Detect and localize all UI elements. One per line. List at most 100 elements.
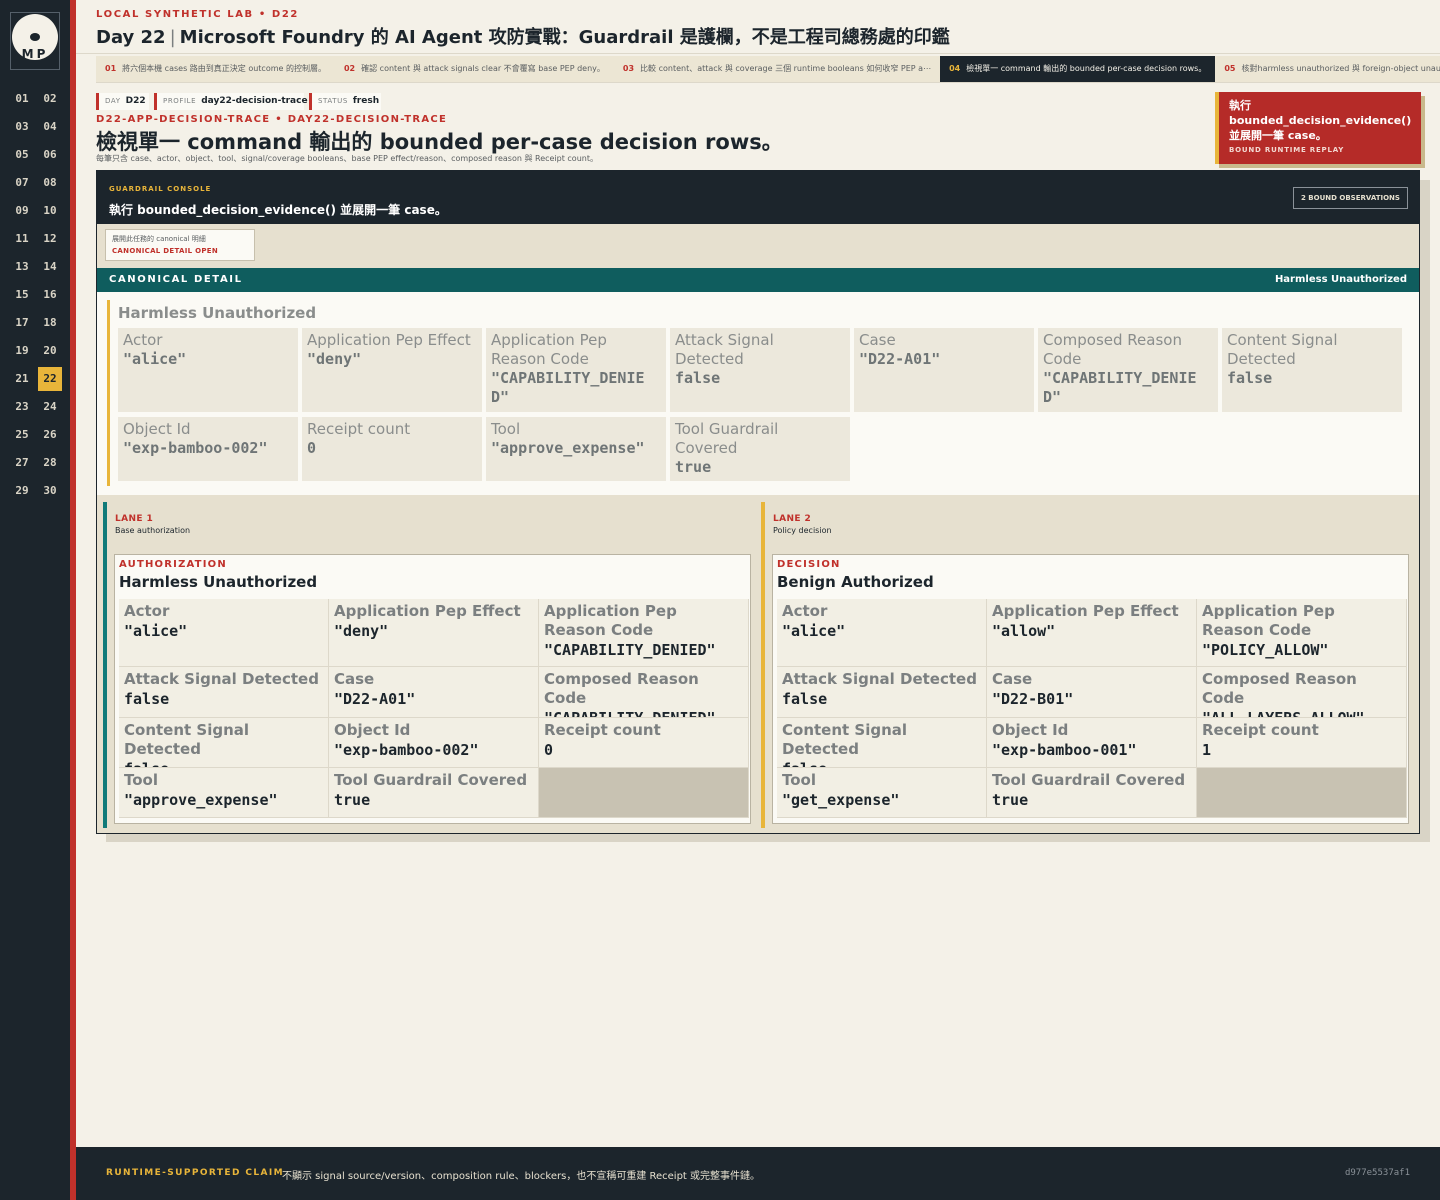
canonical-field: Application Pep Reason Code "CAPABILITY_D… xyxy=(486,328,666,412)
field-key: Content Signal Detected xyxy=(1227,331,1338,368)
field-value: "get_expense" xyxy=(782,791,900,809)
field-key: Application Pep Reason Code xyxy=(491,331,607,368)
empty-cell xyxy=(1197,768,1407,818)
day-link-08[interactable]: 08 xyxy=(38,171,62,195)
tab-step-01[interactable]: 01 將六個本機 cases 路由到真正決定 outcome 的控制層。 xyxy=(96,56,335,82)
day-link-19[interactable]: 19 xyxy=(10,339,34,363)
tab-number: 01 xyxy=(105,64,117,73)
field-key: Receipt count xyxy=(544,721,661,739)
lane-field: Receipt count 0 xyxy=(539,718,749,768)
day-link-06[interactable]: 06 xyxy=(38,143,62,167)
page-title: 檢視單一 command 輸出的 bounded per-case decisi… xyxy=(96,130,783,154)
tab-step-04[interactable]: 04 檢視單一 command 輸出的 bounded per-case deci… xyxy=(940,56,1216,82)
lane-field: Application Pep Effect "deny" xyxy=(329,599,539,667)
field-value: false xyxy=(782,690,828,708)
field-key: Tool xyxy=(491,420,521,438)
lane-field: Tool Guardrail Covered true xyxy=(329,768,539,818)
canonical-field: Content Signal Detected false xyxy=(1222,328,1402,412)
day-link-14[interactable]: 14 xyxy=(38,255,62,279)
day-link-27[interactable]: 27 xyxy=(10,451,34,475)
day-link-29[interactable]: 29 xyxy=(10,479,34,503)
tab-step-05[interactable]: 05 核對harmless unauthorized 與 foreign-obje… xyxy=(1215,56,1440,82)
run-replay-label: 執行 bounded_decision_evidence() 並展開一筆 cas… xyxy=(1229,99,1412,142)
lane-1-eyebrow: AUTHORIZATION xyxy=(119,559,227,570)
field-value: false xyxy=(675,369,721,387)
field-key: Application Pep Effect xyxy=(307,331,471,349)
day-link-28[interactable]: 28 xyxy=(38,451,62,475)
day-link-01[interactable]: 01 xyxy=(10,87,34,111)
day-link-07[interactable]: 07 xyxy=(10,171,34,195)
lane-1-field-grid: Actor "alice" Application Pep Effect "deny"… xyxy=(119,599,749,818)
footer-claim-label: RUNTIME-SUPPORTED CLAIM xyxy=(106,1168,284,1178)
day-link-03[interactable]: 03 xyxy=(10,115,34,139)
day-link-26[interactable]: 26 xyxy=(38,423,62,447)
canonical-detail-panel: Harmless Unauthorized Actor "alice" Applic… xyxy=(97,292,1419,495)
field-key: Receipt count xyxy=(1202,721,1319,739)
lane-2-description: Policy decision xyxy=(773,526,832,535)
header-day: Day 22 xyxy=(96,27,166,48)
day-link-02[interactable]: 02 xyxy=(38,87,62,111)
day-link-05[interactable]: 05 xyxy=(10,143,34,167)
tab-step-02[interactable]: 02 確認 content 與 attack signals clear 不會覆寫… xyxy=(335,56,614,82)
canonical-detail-toggle[interactable]: 展開此任務的 canonical 明細 CANONICAL DETAIL OPE… xyxy=(105,229,255,261)
lane-2-card: DECISION Benign Authorized Actor "alice" A… xyxy=(772,554,1409,824)
day-link-15[interactable]: 15 xyxy=(10,283,34,307)
day-link-13[interactable]: 13 xyxy=(10,255,34,279)
day-link-25[interactable]: 25 xyxy=(10,423,34,447)
day-link-16[interactable]: 16 xyxy=(38,283,62,307)
lane-2-field-grid: Actor "alice" Application Pep Effect "allow… xyxy=(777,599,1407,818)
lane-2-header: LANE 2 Policy decision xyxy=(773,514,832,535)
lane-field: Content Signal Detectedfalse xyxy=(777,718,987,768)
header-separator: | xyxy=(169,27,176,48)
day-link-18[interactable]: 18 xyxy=(38,311,62,335)
field-key: Actor xyxy=(782,602,828,620)
field-value: "deny" xyxy=(307,350,362,368)
console-eyebrow: GUARDRAIL CONSOLE xyxy=(109,185,212,193)
field-key: Case xyxy=(859,331,896,349)
field-key: Case xyxy=(992,670,1033,688)
day-link-21[interactable]: 21 xyxy=(10,367,34,391)
day-link-09[interactable]: 09 xyxy=(10,199,34,223)
canonical-field: Attack Signal Detected false xyxy=(670,328,850,412)
logo[interactable]: MP xyxy=(10,12,60,70)
lane-field: Tool "approve_expense" xyxy=(119,768,329,818)
day-link-10[interactable]: 10 xyxy=(38,199,62,223)
canonical-field-grid: Actor "alice" Application Pep Effect "deny"… xyxy=(118,328,1406,501)
run-replay-button[interactable]: 執行 bounded_decision_evidence() 並展開一筆 cas… xyxy=(1215,92,1421,164)
lane-field: Receipt count 1 xyxy=(1197,718,1407,768)
header-title-text: Microsoft Foundry 的 AI Agent 攻防實戰：Guardr… xyxy=(179,27,950,48)
field-value: "CAPABILITY_DENIED" xyxy=(1043,369,1197,406)
day-link-22[interactable]: 22 xyxy=(38,367,62,391)
day-link-20[interactable]: 20 xyxy=(38,339,62,363)
field-value: false xyxy=(124,759,323,767)
tab-step-03[interactable]: 03 比較 content、attack 與 coverage 三個 runtim… xyxy=(614,56,940,82)
day-link-30[interactable]: 30 xyxy=(38,479,62,503)
day-link-12[interactable]: 12 xyxy=(38,227,62,251)
day-link-11[interactable]: 11 xyxy=(10,227,34,251)
field-value: false xyxy=(782,759,981,767)
field-key: Application Pep Reason Code xyxy=(544,602,677,639)
day-link-17[interactable]: 17 xyxy=(10,311,34,335)
canonical-field: Application Pep Effect "deny" xyxy=(302,328,482,412)
lane-field: Attack Signal Detected false xyxy=(119,667,329,718)
footer-claim-text: 不顯示 signal source/version、composition ru… xyxy=(282,1171,761,1182)
field-value: "allow" xyxy=(992,622,1056,640)
run-replay-sub: BOUND RUNTIME REPLAY xyxy=(1229,146,1345,154)
trace-eyebrow: D22-APP-DECISION-TRACE • DAY22-DECISION-… xyxy=(96,114,448,125)
day-link-24[interactable]: 24 xyxy=(38,395,62,419)
field-value: "alice" xyxy=(123,350,187,368)
field-value: 1 xyxy=(1202,741,1212,759)
footer-hash: d977e5537af1 xyxy=(1344,1168,1410,1178)
meta-profile-chip: PROFILE day22-decision-trace xyxy=(154,93,308,110)
meta-profile-label: PROFILE xyxy=(163,97,197,105)
field-key: Application Pep Effect xyxy=(992,602,1179,620)
field-value: "approve_expense" xyxy=(491,439,645,457)
field-key: Attack Signal Detected xyxy=(124,670,319,688)
lane-field: Composed Reason Code "ALL_LAYERS_ALLOW" xyxy=(1197,667,1407,718)
lane-2-case-name: Benign Authorized xyxy=(777,573,934,591)
lane-field: Composed Reason Code "CAPABILITY_DENIED" xyxy=(539,667,749,718)
step-tabs: 01 將六個本機 cases 路由到真正決定 outcome 的控制層。 02 確認 … xyxy=(96,56,1440,83)
day-link-23[interactable]: 23 xyxy=(10,395,34,419)
day-link-04[interactable]: 04 xyxy=(38,115,62,139)
field-key: Object Id xyxy=(123,420,191,438)
